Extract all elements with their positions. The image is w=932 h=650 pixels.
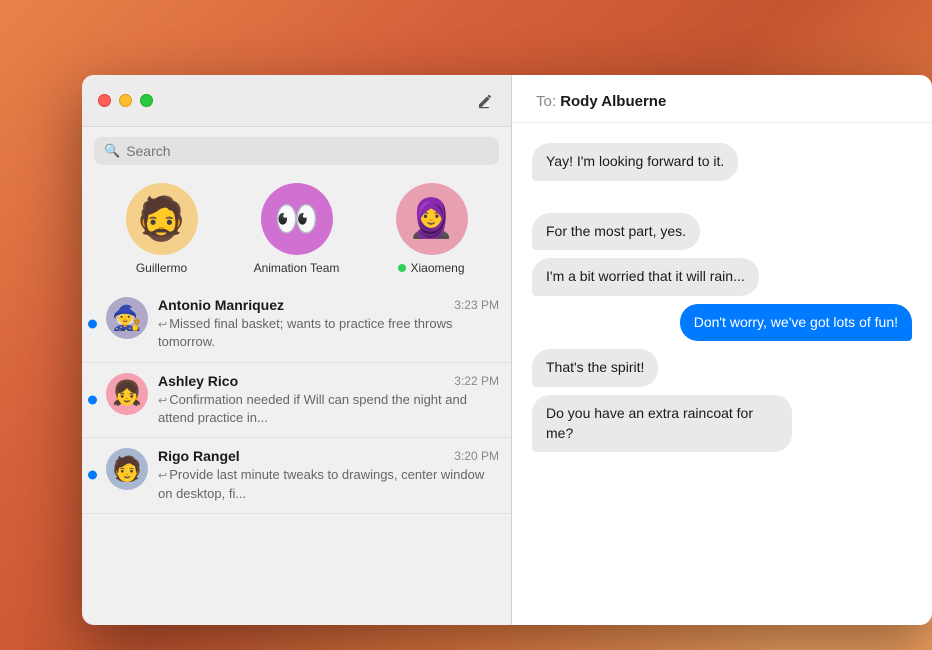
contact-name-animation-team: Animation Team bbox=[254, 261, 340, 275]
avatar-ashley: 👧 bbox=[106, 373, 148, 415]
message-preview-rigo: ↩Provide last minute tweaks to drawings,… bbox=[158, 466, 499, 503]
unread-indicator-antonio bbox=[88, 320, 97, 329]
window-controls bbox=[98, 94, 153, 107]
message-header-antonio: Antonio Manriquez 3:23 PM bbox=[158, 297, 499, 313]
search-bar[interactable]: 🔍 bbox=[94, 137, 499, 165]
message-header-rigo: Rigo Rangel 3:20 PM bbox=[158, 448, 499, 464]
sender-name-rigo: Rigo Rangel bbox=[158, 448, 240, 464]
message-time-antonio: 3:23 PM bbox=[454, 298, 499, 312]
messages-area: Yay! I'm looking forward to it. For the … bbox=[512, 123, 932, 625]
recipient-name: Rody Albuerne bbox=[560, 93, 666, 110]
maximize-button[interactable] bbox=[140, 94, 153, 107]
unread-indicator-ashley bbox=[88, 395, 97, 404]
bubble-1: Yay! I'm looking forward to it. bbox=[532, 143, 738, 181]
sender-name-antonio: Antonio Manriquez bbox=[158, 297, 284, 313]
avatar-guillermo: 🧔 bbox=[126, 183, 198, 255]
message-row-antonio[interactable]: 🧙 Antonio Manriquez 3:23 PM ↩Missed fina… bbox=[82, 287, 511, 363]
search-input[interactable] bbox=[126, 143, 489, 159]
bubble-3: I'm a bit worried that it will rain... bbox=[532, 258, 759, 296]
chat-panel: To: Rody Albuerne Yay! I'm looking forwa… bbox=[512, 75, 932, 625]
avatar-rigo: 🧑 bbox=[106, 448, 148, 490]
message-preview-ashley: ↩Confirmation needed if Will can spend t… bbox=[158, 391, 499, 428]
search-icon: 🔍 bbox=[104, 143, 120, 159]
avatar-animation-team: 👀 bbox=[261, 183, 333, 255]
compose-button[interactable] bbox=[475, 91, 495, 111]
unread-indicator-rigo bbox=[88, 471, 97, 480]
bubble-5: That's the spirit! bbox=[532, 349, 658, 387]
messages-window: 🔍 🧔 Guillermo 👀 Animation Team bbox=[82, 75, 932, 625]
message-time-rigo: 3:20 PM bbox=[454, 449, 499, 463]
message-list: 🧙 Antonio Manriquez 3:23 PM ↩Missed fina… bbox=[82, 287, 511, 625]
message-row-rigo[interactable]: 🧑 Rigo Rangel 3:20 PM ↩Provide last minu… bbox=[82, 438, 511, 514]
message-time-ashley: 3:22 PM bbox=[454, 374, 499, 388]
bubble-2: For the most part, yes. bbox=[532, 213, 700, 251]
bubble-4: Don't worry, we've got lots of fun! bbox=[680, 304, 912, 342]
to-line: To: Rody Albuerne bbox=[536, 93, 908, 110]
avatar-antonio: 🧙 bbox=[106, 297, 148, 339]
contact-name-guillermo: Guillermo bbox=[136, 261, 187, 275]
minimize-button[interactable] bbox=[119, 94, 132, 107]
to-label: To: bbox=[536, 93, 556, 110]
message-content-rigo: Rigo Rangel 3:20 PM ↩Provide last minute… bbox=[158, 448, 499, 503]
message-row-ashley[interactable]: 👧 Ashley Rico 3:22 PM ↩Confirmation need… bbox=[82, 363, 511, 439]
close-button[interactable] bbox=[98, 94, 111, 107]
online-indicator-xiaomeng bbox=[398, 264, 406, 272]
message-content-antonio: Antonio Manriquez 3:23 PM ↩Missed final … bbox=[158, 297, 499, 352]
titlebar bbox=[82, 75, 511, 127]
sender-name-ashley: Ashley Rico bbox=[158, 373, 238, 389]
pinned-contact-xiaomeng[interactable]: 🧕 Xiaomeng bbox=[382, 183, 482, 275]
sidebar: 🔍 🧔 Guillermo 👀 Animation Team bbox=[82, 75, 512, 625]
pinned-contact-guillermo[interactable]: 🧔 Guillermo bbox=[112, 183, 212, 275]
chat-header: To: Rody Albuerne bbox=[512, 75, 932, 123]
reply-icon-antonio: ↩ bbox=[158, 319, 167, 331]
avatar-xiaomeng: 🧕 bbox=[396, 183, 468, 255]
reply-icon-rigo: ↩ bbox=[158, 470, 167, 482]
message-preview-antonio: ↩Missed final basket; wants to practice … bbox=[158, 315, 499, 352]
pinned-contact-animation-team[interactable]: 👀 Animation Team bbox=[247, 183, 347, 275]
bubble-6: Do you have an extra raincoat for me? bbox=[532, 395, 792, 452]
contact-name-xiaomeng: Xiaomeng bbox=[398, 261, 464, 275]
pinned-contacts-row: 🧔 Guillermo 👀 Animation Team 🧕 Xiaomeng bbox=[82, 175, 511, 287]
message-header-ashley: Ashley Rico 3:22 PM bbox=[158, 373, 499, 389]
reply-icon-ashley: ↩ bbox=[158, 395, 167, 407]
message-content-ashley: Ashley Rico 3:22 PM ↩Confirmation needed… bbox=[158, 373, 499, 428]
